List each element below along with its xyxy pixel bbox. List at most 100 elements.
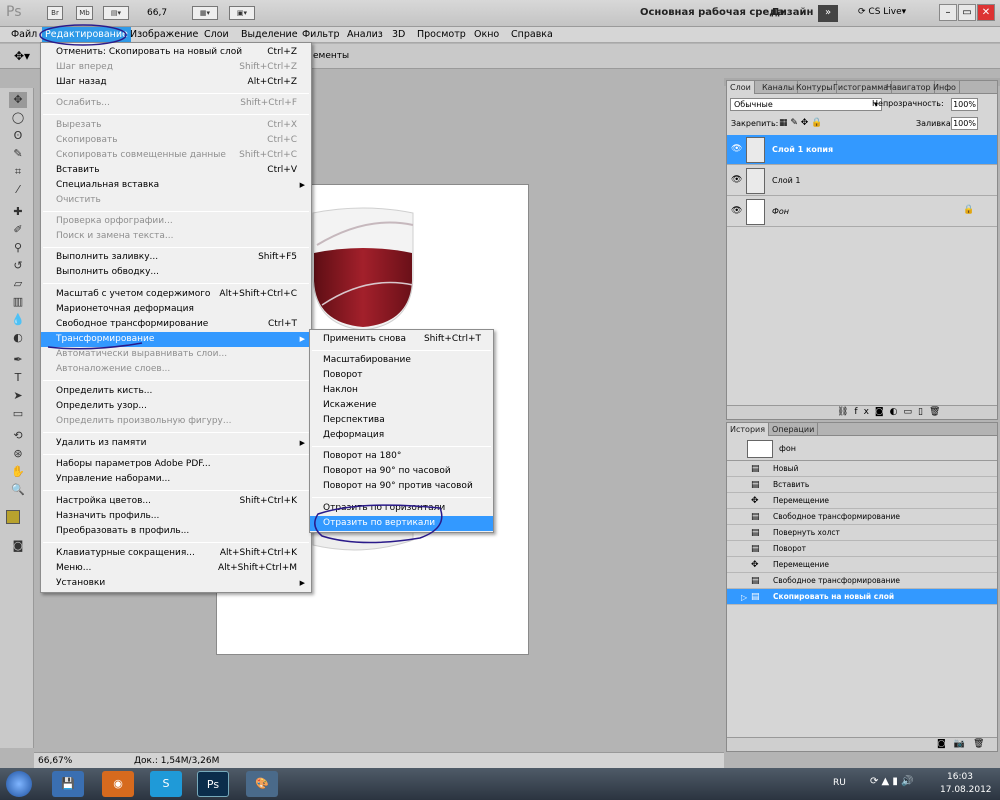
type-tool-icon[interactable]: T [9, 370, 27, 386]
marquee-tool-icon[interactable]: ◯ [9, 110, 27, 126]
layer-row[interactable]: 👁 Слой 1 копия [727, 135, 997, 165]
eye-icon[interactable]: 👁 [731, 144, 742, 154]
menu-item-find-replace[interactable]: Поиск и замена текста... [41, 229, 311, 244]
menu-item-paste-special[interactable]: Специальная вставка ▶ [41, 178, 311, 193]
bridge-button[interactable]: Br [47, 6, 63, 20]
menu-help[interactable]: Справка [511, 29, 553, 40]
hand-tool-icon[interactable]: ✋ [9, 464, 27, 480]
menu-item-stroke[interactable]: Выполнить обводку... [41, 265, 311, 280]
menu-analysis[interactable]: Анализ [347, 29, 383, 40]
menu-view[interactable]: Просмотр [417, 29, 466, 40]
crop-tool-icon[interactable]: ⌗ [9, 164, 27, 180]
photoshop-taskbar-icon[interactable]: Ps [197, 771, 229, 797]
menu-item-color-settings[interactable]: Настройка цветов... Shift+Ctrl+K [41, 494, 311, 509]
eraser-tool-icon[interactable]: ▱ [9, 276, 27, 292]
arrange-documents-dropdown[interactable]: ▦▾ [192, 6, 218, 20]
history-step[interactable]: ✥ Перемещение [727, 493, 997, 509]
history-step[interactable]: ▤ Повернуть холст [727, 525, 997, 541]
menu-item-flip-horizontal[interactable]: Отразить по горизонтали [310, 501, 493, 516]
lasso-tool-icon[interactable]: ʘ [9, 128, 27, 144]
minimize-button[interactable]: – [939, 4, 957, 21]
menu-item-check-spelling[interactable]: Проверка орфографии... [41, 214, 311, 229]
3d-orbit-tool-icon[interactable]: ⊛ [9, 446, 27, 462]
move-tool-icon[interactable]: ✥▾ [14, 49, 30, 63]
menu-item-undo[interactable]: Отменить: Скопировать на новый слой Ctrl+… [41, 45, 311, 60]
history-step[interactable]: ✥ Перемещение [727, 557, 997, 573]
lock-icons[interactable]: ▦ ✎ ✥ 🔒 [779, 118, 822, 128]
shape-tool-icon[interactable]: ▭ [9, 406, 27, 422]
clock-date[interactable]: 17.08.2012 [940, 785, 992, 795]
blur-tool-icon[interactable]: 💧 [9, 312, 27, 328]
foreground-color-swatch[interactable] [6, 510, 20, 524]
save-disk-icon[interactable]: 💾 [52, 771, 84, 797]
extras-dropdown[interactable]: ▤▾ [103, 6, 129, 20]
menu-select[interactable]: Выделение [241, 29, 298, 40]
menu-item-copy-merged[interactable]: Скопировать совмещенные данные Shift+Ctrl… [41, 148, 311, 163]
menu-3d[interactable]: 3D [392, 29, 405, 40]
menu-item-fade[interactable]: Ослабить... Shift+Ctrl+F [41, 96, 311, 111]
layer-name[interactable]: Слой 1 [772, 176, 800, 185]
history-step[interactable]: ▷ ▤ Скопировать на новый слой [727, 589, 997, 605]
paint-icon[interactable]: 🎨 [246, 771, 278, 797]
menu-item-rotate[interactable]: Поворот [310, 368, 493, 383]
fill-field[interactable]: 100% [951, 117, 978, 130]
menu-item-define-brush[interactable]: Определить кисть... [41, 384, 311, 399]
history-step[interactable]: ▤ Поворот [727, 541, 997, 557]
layer-name[interactable]: Фон [772, 207, 789, 216]
quick-mask-icon[interactable]: ◙ [9, 538, 27, 554]
3d-rotate-tool-icon[interactable]: ⟲ [9, 428, 27, 444]
menu-item-skew[interactable]: Наклон [310, 383, 493, 398]
menu-window[interactable]: Окно [474, 29, 499, 40]
history-actions-icons[interactable]: ◙📷🗑 [937, 739, 992, 749]
menu-item-rotate-180[interactable]: Поворот на 180° [310, 449, 493, 464]
healing-brush-tool-icon[interactable]: ✚ [9, 204, 27, 220]
menu-item-flip-vertical[interactable]: Отразить по вертикали [310, 516, 493, 531]
quick-selection-tool-icon[interactable]: ✎ [9, 146, 27, 162]
menu-item-menus[interactable]: Меню... Alt+Shift+Ctrl+M [41, 561, 311, 576]
pen-tool-icon[interactable]: ✒ [9, 352, 27, 368]
menu-item-scale[interactable]: Масштабирование [310, 353, 493, 368]
menu-item-auto-blend-layers[interactable]: Автоналожение слоев... [41, 362, 311, 377]
menu-item-puppet-warp[interactable]: Марионеточная деформация [41, 302, 311, 317]
menu-item-cut[interactable]: Вырезать Ctrl+X [41, 118, 311, 133]
menu-item-content-aware-scale[interactable]: Масштаб с учетом содержимого Alt+Shift+Ct… [41, 287, 311, 302]
firefox-icon[interactable]: ◉ [102, 771, 134, 797]
layer-row[interactable]: 👁 Слой 1 [727, 166, 997, 196]
zoom-level-field[interactable]: 66,7 [147, 8, 167, 18]
menu-item-define-custom-shape[interactable]: Определить произвольную фигуру... [41, 414, 311, 429]
move-tool-icon[interactable]: ✥ [9, 92, 27, 108]
dodge-tool-icon[interactable]: ◐ [9, 330, 27, 346]
opacity-field[interactable]: 100% [951, 98, 978, 111]
menu-item-copy[interactable]: Скопировать Ctrl+C [41, 133, 311, 148]
menu-item-rotate-90-cw[interactable]: Поворот на 90° по часовой [310, 464, 493, 479]
menu-item-transform[interactable]: Трансформирование ▶ [41, 332, 311, 347]
menu-item-auto-align-layers[interactable]: Автоматически выравнивать слои... [41, 347, 311, 362]
gradient-tool-icon[interactable]: ▥ [9, 294, 27, 310]
menu-item-assign-profile[interactable]: Назначить профиль... [41, 509, 311, 524]
menu-item-step-forward[interactable]: Шаг вперед Shift+Ctrl+Z [41, 60, 311, 75]
screen-mode-dropdown[interactable]: ▣▾ [229, 6, 255, 20]
status-zoom[interactable]: 66,67% [38, 756, 72, 766]
tab-navigator[interactable]: Навигатор [883, 81, 935, 94]
eye-icon[interactable]: 👁 [731, 175, 742, 185]
menu-item-keyboard-shortcuts[interactable]: Клавиатурные сокращения... Alt+Shift+Ctrl… [41, 546, 311, 561]
blend-mode-select[interactable]: Обычные ▾ [730, 98, 882, 111]
close-button[interactable]: ✕ [977, 4, 995, 21]
menu-item-paste[interactable]: Вставить Ctrl+V [41, 163, 311, 178]
menu-item-warp[interactable]: Деформация [310, 428, 493, 443]
restore-button[interactable]: ▭ [958, 4, 976, 21]
layer-name[interactable]: Слой 1 копия [772, 145, 833, 154]
menu-item-again[interactable]: Применить снова Shift+Ctrl+T [310, 332, 493, 347]
menu-item-purge[interactable]: Удалить из памяти ▶ [41, 436, 311, 451]
menu-item-distort[interactable]: Искажение [310, 398, 493, 413]
history-snapshot[interactable]: фон [727, 437, 997, 461]
menu-image[interactable]: Изображение [130, 29, 198, 40]
menu-item-preset-manager[interactable]: Управление наборами... [41, 472, 311, 487]
history-step[interactable]: ▤ Свободное трансформирование [727, 573, 997, 589]
zoom-tool-icon[interactable]: 🔍 [9, 482, 27, 498]
eyedropper-tool-icon[interactable]: ⁄ [9, 182, 27, 198]
more-workspaces-button[interactable]: » [818, 5, 838, 22]
menu-item-fill[interactable]: Выполнить заливку... Shift+F5 [41, 250, 311, 265]
tab-history[interactable]: История [727, 423, 770, 436]
tab-info[interactable]: Инфо [930, 81, 960, 94]
